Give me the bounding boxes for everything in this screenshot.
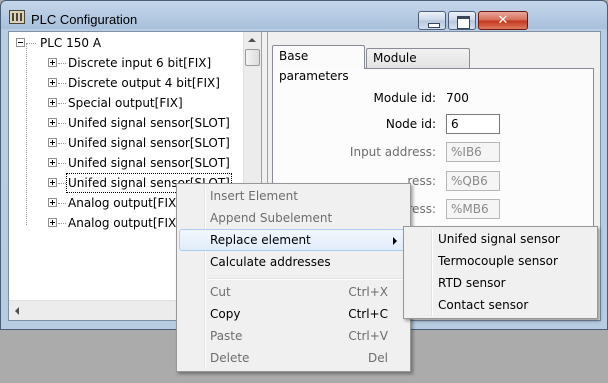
menu-item-paste: Paste Ctrl+V [210, 329, 388, 343]
tab-module-parameters[interactable]: Module parameters [366, 48, 470, 83]
replace-element-submenu: Unifed signal sensor Termocouple sensor … [403, 226, 598, 319]
tab-base-parameters[interactable]: Base parameters [272, 45, 365, 83]
tree-connector-line [58, 123, 66, 124]
tree-connector-line [58, 83, 66, 84]
node-id-label: Node id: [385, 117, 436, 131]
submenu-item-termocouple-sensor[interactable]: Termocouple sensor [406, 250, 595, 272]
expand-icon[interactable] [48, 198, 57, 207]
tree-root-label: PLC 150 A [40, 36, 102, 50]
submenu-item-rtd-sensor[interactable]: RTD sensor [406, 272, 595, 294]
scrollbar-thumb[interactable] [245, 49, 260, 66]
tree-connector-line [26, 43, 36, 44]
expand-icon[interactable] [48, 58, 57, 67]
scroll-left-arrow-icon[interactable] [15, 307, 19, 315]
title-bar[interactable]: PLC Configuration [1, 1, 607, 31]
expand-icon[interactable] [48, 98, 57, 107]
expand-icon[interactable] [48, 78, 57, 87]
module-id-label: Module id: [373, 91, 436, 105]
diag-address-field [446, 199, 500, 219]
tree-item-label: Discrete input 6 bit[FIX] [68, 56, 212, 70]
output-address-label: ress: [407, 174, 436, 188]
menu-item-append-subelement: Append Subelement [210, 211, 333, 225]
expand-icon[interactable] [48, 138, 57, 147]
tree-connector-line [26, 43, 27, 225]
tree-connector-line [58, 223, 66, 224]
tree-connector-line [58, 203, 66, 204]
tree-item-label: Unifed signal sensor[SLOT] [68, 136, 230, 150]
menu-item-calculate-addresses[interactable]: Calculate addresses [179, 251, 408, 273]
tree-connector-line [58, 63, 66, 64]
input-address-field [446, 142, 500, 162]
submenu-arrow-icon [393, 237, 397, 245]
expand-icon[interactable] [48, 158, 57, 167]
scroll-up-arrow-icon[interactable] [248, 38, 256, 42]
close-button[interactable] [478, 11, 528, 30]
tree-item-label: Unifed signal sensor[SLOT] [68, 156, 230, 170]
output-address-field [446, 171, 500, 191]
tree-item-label: Discrete output 4 bit[FIX] [68, 76, 220, 90]
menu-item-insert-element: Insert Element [210, 189, 298, 203]
window-title: PLC Configuration [31, 12, 138, 27]
node-id-field[interactable] [446, 114, 500, 134]
tree-connector-line [58, 143, 66, 144]
minimize-button[interactable] [418, 11, 446, 30]
expand-icon[interactable] [48, 118, 57, 127]
plc-config-icon[interactable] [9, 10, 25, 24]
tree-item-label: Analog output[FIX] [68, 196, 181, 210]
menu-item-delete: Delete Del [210, 351, 388, 365]
tree-item-label: Unifed signal sensor[SLOT] [68, 116, 230, 130]
menu-item-copy[interactable]: Copy Ctrl+C [179, 303, 408, 325]
input-address-label: Input address: [349, 145, 436, 159]
tree-connector-line [58, 103, 66, 104]
menu-separator [207, 278, 407, 280]
collapse-icon[interactable] [16, 38, 25, 47]
expand-icon[interactable] [48, 178, 57, 187]
diag-address-label: ress: [407, 202, 436, 216]
tree-item-label: Analog output[FIX] [68, 216, 181, 230]
context-menu: Insert Element Append Subelement Replace… [176, 183, 411, 372]
tree-connector-line [58, 183, 66, 184]
submenu-item-contact-sensor[interactable]: Contact sensor [406, 294, 595, 316]
tree-connector-line [58, 163, 66, 164]
submenu-item-unifed-signal-sensor[interactable]: Unifed signal sensor [406, 228, 595, 250]
menu-item-replace-element[interactable]: Replace element [179, 229, 408, 251]
module-id-value: 700 [446, 91, 469, 105]
expand-icon[interactable] [48, 218, 57, 227]
tree-item-label: Special output[FIX] [68, 96, 183, 110]
maximize-button[interactable] [448, 11, 476, 30]
menu-item-cut: Cut Ctrl+X [210, 285, 388, 299]
